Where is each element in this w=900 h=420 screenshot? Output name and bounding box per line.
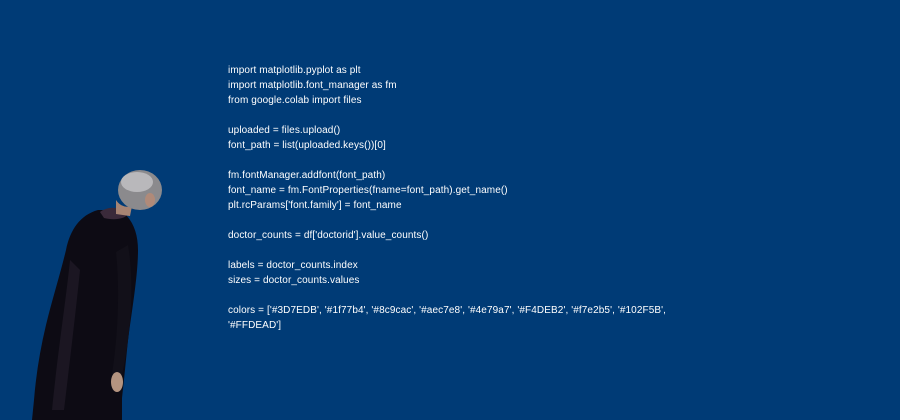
code-line-6: font_path = list(uploaded.keys())[0] — [228, 140, 386, 151]
figure-hand — [111, 372, 123, 392]
code-line-1: import matplotlib.pyplot as plt — [228, 65, 361, 76]
slide-background: import matplotlib.pyplot as plt import m… — [0, 0, 900, 420]
code-line-9: font_name = fm.FontProperties(fname=font… — [228, 185, 508, 196]
code-line-12: doctor_counts = df['doctorid'].value_cou… — [228, 230, 429, 241]
code-line-15: sizes = doctor_counts.values — [228, 275, 360, 286]
code-snippet: import matplotlib.pyplot as plt import m… — [228, 63, 868, 333]
code-line-2: import matplotlib.font_manager as fm — [228, 80, 397, 91]
code-line-17: colors = ['#3D7EDB', '#1f77b4', '#8c9cac… — [228, 305, 667, 316]
man-figure-illustration — [32, 170, 162, 420]
code-line-8: fm.fontManager.addfont(font_path) — [228, 170, 386, 181]
figure-ear — [145, 193, 155, 207]
code-line-3: from google.colab import files — [228, 95, 362, 106]
code-line-5: uploaded = files.upload() — [228, 125, 341, 136]
figure-hair-highlight — [121, 172, 153, 192]
code-line-10: plt.rcParams['font.family'] = font_name — [228, 200, 402, 211]
code-line-14: labels = doctor_counts.index — [228, 260, 358, 271]
code-line-18: '#FFDEAD'] — [228, 320, 282, 331]
